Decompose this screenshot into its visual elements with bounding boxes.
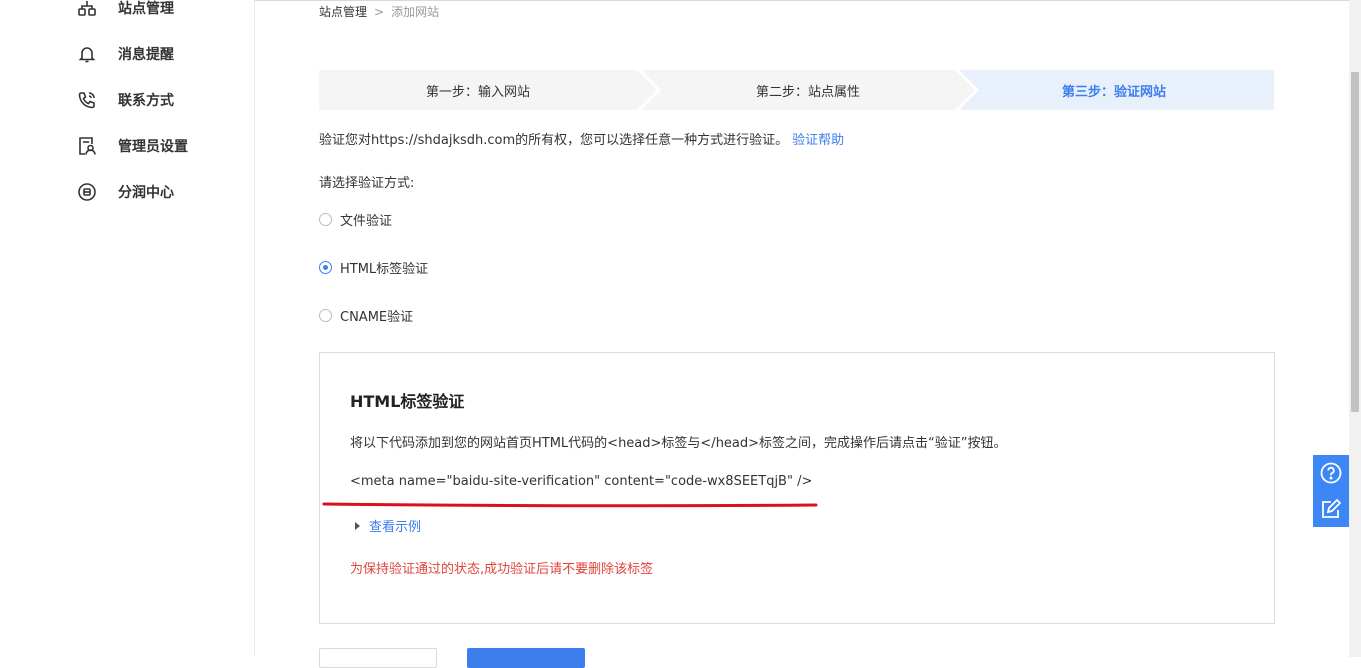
breadcrumb-separator: > bbox=[374, 4, 385, 19]
red-underline-annotation bbox=[322, 502, 818, 508]
view-example-link[interactable]: 查看示例 bbox=[355, 516, 421, 535]
panel-title: HTML标签验证 bbox=[350, 392, 465, 411]
radio-button[interactable] bbox=[319, 213, 332, 226]
radio-file-verification[interactable]: 文件验证 bbox=[319, 210, 392, 229]
admin-icon bbox=[76, 135, 98, 157]
radio-cname-verification[interactable]: CNAME验证 bbox=[319, 306, 413, 325]
sidebar-item-admin-settings[interactable]: 管理员设置 bbox=[76, 134, 188, 158]
sidebar-item-site-management[interactable]: 站点管理 bbox=[76, 0, 174, 20]
previous-button[interactable] bbox=[319, 648, 437, 668]
radio-label: HTML标签验证 bbox=[340, 262, 429, 277]
step-2: 第二步：站点属性 bbox=[755, 84, 860, 100]
example-label: 查看示例 bbox=[369, 520, 422, 535]
panel-description: 将以下代码添加到您的网站首页HTML代码的<head>标签与</head>标签之… bbox=[350, 436, 1007, 451]
verify-button[interactable] bbox=[467, 648, 585, 668]
radio-label: 文件验证 bbox=[340, 214, 393, 229]
sidebar: 站点管理 消息提醒 联系方式 管理员设置 分润中心 bbox=[0, 0, 255, 657]
bell-icon bbox=[76, 43, 98, 65]
feedback-icon[interactable] bbox=[1313, 491, 1349, 527]
revenue-icon bbox=[76, 181, 98, 203]
step-progress: 第一步：输入网站 第二步：站点属性 第三步：验证网站 bbox=[319, 70, 1274, 110]
sidebar-item-revenue-center[interactable]: 分润中心 bbox=[76, 180, 174, 204]
sitemap-icon bbox=[76, 0, 98, 19]
sidebar-item-label: 管理员设置 bbox=[118, 139, 188, 155]
step-1: 第一步：输入网站 bbox=[425, 84, 530, 100]
meta-tag-code[interactable]: <meta name="baidu-site-verification" con… bbox=[350, 474, 812, 489]
help-link[interactable]: 验证帮助 bbox=[792, 133, 844, 148]
radio-button-checked[interactable] bbox=[319, 261, 332, 274]
intro-text: 验证您对https://shdajksdh.com的所有权，您可以选择任意一种方… bbox=[319, 133, 789, 148]
breadcrumb: 站点管理 > 添加网站 bbox=[319, 3, 439, 20]
scrollbar-thumb[interactable] bbox=[1351, 72, 1359, 412]
radio-label: CNAME验证 bbox=[340, 310, 414, 325]
caret-right-icon bbox=[355, 521, 360, 530]
floating-toolbar bbox=[1313, 455, 1349, 527]
breadcrumb-current: 添加网站 bbox=[391, 5, 440, 19]
page-scrollbar[interactable] bbox=[1349, 0, 1361, 657]
help-icon[interactable] bbox=[1313, 455, 1349, 491]
sidebar-item-label: 分润中心 bbox=[118, 185, 174, 201]
sidebar-item-label: 消息提醒 bbox=[118, 47, 174, 63]
radio-button[interactable] bbox=[319, 309, 332, 322]
warning-text: 为保持验证通过的状态,成功验证后请不要删除该标签 bbox=[350, 562, 654, 577]
sidebar-item-contact[interactable]: 联系方式 bbox=[76, 88, 174, 112]
method-label: 请选择验证方式: bbox=[319, 176, 415, 191]
sidebar-item-label: 联系方式 bbox=[118, 93, 174, 109]
html-tag-panel: HTML标签验证 将以下代码添加到您的网站首页HTML代码的<head>标签与<… bbox=[319, 352, 1275, 624]
phone-icon bbox=[76, 89, 98, 111]
step-3: 第三步：验证网站 bbox=[1061, 84, 1166, 100]
sidebar-item-notifications[interactable]: 消息提醒 bbox=[76, 42, 174, 66]
sidebar-item-label: 站点管理 bbox=[118, 1, 174, 17]
breadcrumb-root-link[interactable]: 站点管理 bbox=[319, 3, 367, 20]
verification-intro: 验证您对https://shdajksdh.com的所有权，您可以选择任意一种方… bbox=[319, 129, 844, 148]
radio-html-tag-verification[interactable]: HTML标签验证 bbox=[319, 258, 428, 277]
